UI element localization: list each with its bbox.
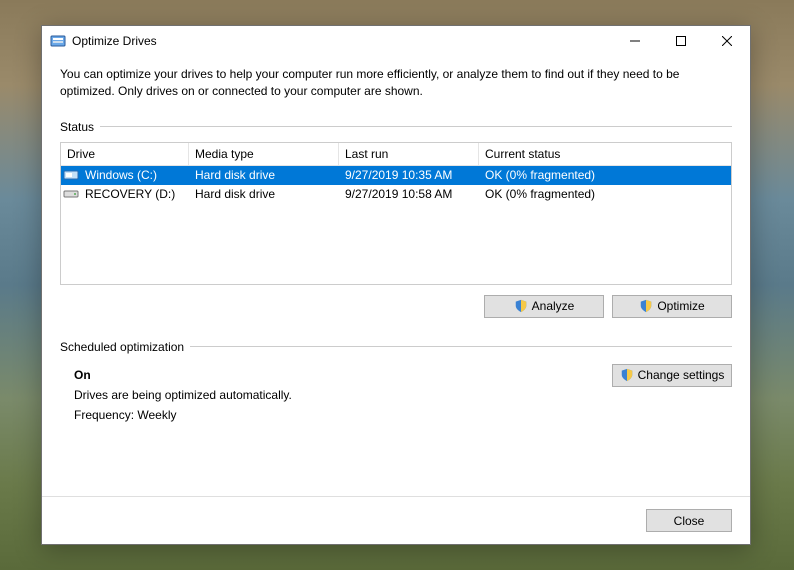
drive-icon <box>63 186 79 202</box>
close-window-button[interactable] <box>704 26 750 56</box>
status-section-header: Status <box>60 120 732 134</box>
column-drive[interactable]: Drive <box>61 143 189 165</box>
shield-icon <box>620 368 634 382</box>
column-status[interactable]: Current status <box>479 143 731 165</box>
minimize-button[interactable] <box>612 26 658 56</box>
change-settings-button[interactable]: Change settings <box>612 364 732 387</box>
change-settings-label: Change settings <box>638 368 725 382</box>
column-last[interactable]: Last run <box>339 143 479 165</box>
content-area: You can optimize your drives to help you… <box>42 56 750 496</box>
window-title: Optimize Drives <box>72 34 612 48</box>
window-controls <box>612 26 750 56</box>
schedule-label: Scheduled optimization <box>60 340 184 354</box>
drive-name: RECOVERY (D:) <box>81 187 191 201</box>
titlebar: Optimize Drives <box>42 26 750 56</box>
drive-name: Windows (C:) <box>81 168 191 182</box>
divider <box>100 126 732 127</box>
analyze-label: Analyze <box>532 299 575 313</box>
close-label: Close <box>674 514 705 528</box>
optimize-label: Optimize <box>657 299 704 313</box>
optimize-button[interactable]: Optimize <box>612 295 732 318</box>
column-media[interactable]: Media type <box>189 143 339 165</box>
drive-lastrun: 9/27/2019 10:35 AM <box>341 168 481 182</box>
drive-lastrun: 9/27/2019 10:58 AM <box>341 187 481 201</box>
maximize-button[interactable] <box>658 26 704 56</box>
divider <box>190 346 732 347</box>
analyze-button[interactable]: Analyze <box>484 295 604 318</box>
drive-status: OK (0% fragmented) <box>481 168 731 182</box>
schedule-body: On Drives are being optimized automatica… <box>60 362 732 428</box>
description-text: You can optimize your drives to help you… <box>60 66 732 100</box>
close-button[interactable]: Close <box>646 509 732 532</box>
status-label: Status <box>60 120 94 134</box>
schedule-freq: Frequency: Weekly <box>74 408 732 422</box>
schedule-desc: Drives are being optimized automatically… <box>74 388 732 402</box>
footer: Close <box>42 496 750 544</box>
drive-media: Hard disk drive <box>191 187 341 201</box>
shield-icon <box>514 299 528 313</box>
drive-status: OK (0% fragmented) <box>481 187 731 201</box>
drive-icon <box>63 167 79 183</box>
shield-icon <box>639 299 653 313</box>
action-buttons: Analyze Optimize <box>60 295 732 318</box>
drive-row[interactable]: Windows (C:) Hard disk drive 9/27/2019 1… <box>61 166 731 185</box>
column-headers: Drive Media type Last run Current status <box>61 143 731 166</box>
drive-media: Hard disk drive <box>191 168 341 182</box>
drive-list[interactable]: Drive Media type Last run Current status… <box>60 142 732 285</box>
app-icon <box>50 33 66 49</box>
drive-row[interactable]: RECOVERY (D:) Hard disk drive 9/27/2019 … <box>61 185 731 204</box>
schedule-section-header: Scheduled optimization <box>60 340 732 354</box>
optimize-drives-window: Optimize Drives You can optimize your dr… <box>41 25 751 545</box>
